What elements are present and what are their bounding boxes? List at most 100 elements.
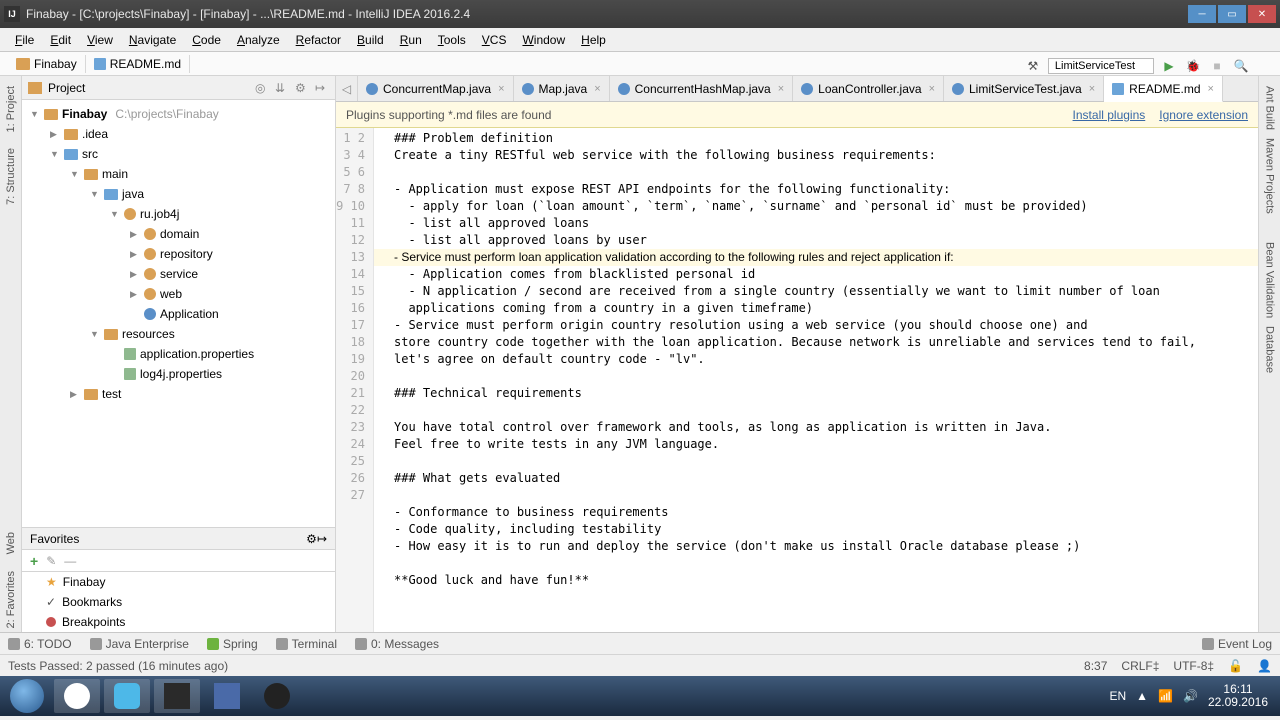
taskbar-obs[interactable] xyxy=(254,679,300,713)
maximize-button[interactable]: ▭ xyxy=(1218,5,1246,23)
event-log[interactable]: Event Log xyxy=(1202,637,1272,651)
class-icon xyxy=(144,308,156,320)
menu-code[interactable]: Code xyxy=(185,31,228,49)
close-tab-icon[interactable]: × xyxy=(1089,83,1095,95)
gear-icon[interactable]: ⚙ xyxy=(295,81,309,95)
editor-tab[interactable]: README.md× xyxy=(1104,76,1223,102)
lock-icon[interactable]: 🔓 xyxy=(1228,659,1243,673)
menu-analyze[interactable]: Analyze xyxy=(230,31,287,49)
tree-item[interactable]: ▶test xyxy=(22,384,335,404)
taskbar-intellij[interactable] xyxy=(154,679,200,713)
menu-edit[interactable]: Edit xyxy=(43,31,78,49)
search-icon[interactable]: 🔍 xyxy=(1232,57,1250,75)
add-icon[interactable]: + xyxy=(30,553,38,569)
favorite-item[interactable]: ✓Bookmarks xyxy=(22,592,335,612)
menu-run[interactable]: Run xyxy=(393,31,429,49)
tool-tab-project[interactable]: 1: Project xyxy=(3,82,19,136)
tree-item[interactable]: ▶web xyxy=(22,284,335,304)
close-button[interactable]: ✕ xyxy=(1248,5,1276,23)
close-tab-icon[interactable]: × xyxy=(498,83,504,95)
status-enc[interactable]: UTF-8‡ xyxy=(1173,659,1214,673)
tree-item[interactable]: ▼main xyxy=(22,164,335,184)
close-tab-icon[interactable]: × xyxy=(778,83,784,95)
tree-item[interactable]: ▼java xyxy=(22,184,335,204)
project-tree[interactable]: ▼FinabayC:\projects\Finabay ▶.idea ▼src … xyxy=(22,100,335,527)
tool-tab-favorites[interactable]: 2: Favorites xyxy=(3,567,19,632)
tool-tab-bean[interactable]: Bean Validation xyxy=(1262,238,1278,322)
breadcrumb-file[interactable]: README.md xyxy=(86,55,190,73)
tool-javaee[interactable]: Java Enterprise xyxy=(90,637,189,651)
menu-tools[interactable]: Tools xyxy=(431,31,473,49)
hide-icon[interactable]: ↦ xyxy=(317,532,327,546)
favorite-item[interactable]: ★Finabay xyxy=(22,572,335,592)
editor-content[interactable]: ### Problem definition Create a tiny RES… xyxy=(374,128,1258,632)
folder-icon xyxy=(28,82,42,94)
remove-icon[interactable]: — xyxy=(64,554,76,568)
tray-network-icon[interactable]: 📶 xyxy=(1158,689,1173,703)
tool-spring[interactable]: Spring xyxy=(207,637,258,651)
tree-item[interactable]: ▶repository xyxy=(22,244,335,264)
tray-flag-icon[interactable]: ▲ xyxy=(1136,689,1148,703)
menu-navigate[interactable]: Navigate xyxy=(122,31,183,49)
editor-tab[interactable]: ConcurrentHashMap.java× xyxy=(610,76,794,101)
hide-icon[interactable]: ↦ xyxy=(315,81,329,95)
editor-tab[interactable]: LimitServiceTest.java× xyxy=(944,76,1104,101)
tree-item[interactable]: ▼ru.job4j xyxy=(22,204,335,224)
tree-item[interactable]: ▼resources xyxy=(22,324,335,344)
file-icon xyxy=(801,83,813,95)
close-tab-icon[interactable]: × xyxy=(929,83,935,95)
tree-item[interactable]: ▶domain xyxy=(22,224,335,244)
install-plugins-link[interactable]: Install plugins xyxy=(1073,108,1146,122)
collapse-icon[interactable]: ⇊ xyxy=(275,81,289,95)
tool-todo[interactable]: 6: TODO xyxy=(8,637,72,651)
close-tab-icon[interactable]: × xyxy=(1208,83,1214,95)
tree-root[interactable]: ▼FinabayC:\projects\Finabay xyxy=(22,104,335,124)
tray-lang[interactable]: EN xyxy=(1109,689,1126,703)
menu-build[interactable]: Build xyxy=(350,31,391,49)
hector-icon[interactable]: 👤 xyxy=(1257,659,1272,673)
tree-item[interactable]: application.properties xyxy=(22,344,335,364)
status-sep[interactable]: CRLF‡ xyxy=(1121,659,1159,673)
tray-sound-icon[interactable]: 🔊 xyxy=(1183,689,1198,703)
menu-file[interactable]: File xyxy=(8,31,41,49)
tray-clock[interactable]: 16:1122.09.2016 xyxy=(1208,683,1268,709)
favorite-item[interactable]: Breakpoints xyxy=(22,612,335,632)
target-icon[interactable]: ◎ xyxy=(255,81,269,95)
minimize-button[interactable]: ─ xyxy=(1188,5,1216,23)
editor-tab[interactable]: Map.java× xyxy=(514,76,610,101)
tool-tab-structure[interactable]: 7: Structure xyxy=(3,144,19,209)
tree-item[interactable]: ▼src xyxy=(22,144,335,164)
tree-item[interactable]: Application xyxy=(22,304,335,324)
run-button[interactable]: ▶ xyxy=(1160,57,1178,75)
menu-help[interactable]: Help xyxy=(574,31,613,49)
tool-tab-database[interactable]: Database xyxy=(1262,322,1278,377)
build-icon[interactable]: ⚒ xyxy=(1024,57,1042,75)
tab-left-icon[interactable]: ◁ xyxy=(336,76,358,101)
run-config-select[interactable]: LimitServiceTest xyxy=(1048,58,1154,74)
tree-item[interactable]: ▶.idea xyxy=(22,124,335,144)
tool-messages[interactable]: 0: Messages xyxy=(355,637,439,651)
tool-tab-web[interactable]: Web xyxy=(3,528,19,558)
tool-tab-maven[interactable]: Maven Projects xyxy=(1262,134,1278,218)
editor-tab[interactable]: ConcurrentMap.java× xyxy=(358,76,514,101)
taskbar-save[interactable] xyxy=(204,679,250,713)
breadcrumb-root[interactable]: Finabay xyxy=(8,55,86,73)
tool-terminal[interactable]: Terminal xyxy=(276,637,337,651)
editor-tab[interactable]: LoanController.java× xyxy=(793,76,944,101)
close-tab-icon[interactable]: × xyxy=(594,83,600,95)
tool-tab-ant[interactable]: Ant Build xyxy=(1262,82,1278,134)
tree-item[interactable]: ▶service xyxy=(22,264,335,284)
taskbar-chrome[interactable] xyxy=(54,679,100,713)
edit-icon[interactable]: ✎ xyxy=(46,554,56,568)
menu-view[interactable]: View xyxy=(80,31,120,49)
start-button[interactable] xyxy=(4,679,50,713)
menu-refactor[interactable]: Refactor xyxy=(289,31,348,49)
menu-window[interactable]: Window xyxy=(515,31,572,49)
gear-icon[interactable]: ⚙ xyxy=(306,532,317,546)
tree-item[interactable]: log4j.properties xyxy=(22,364,335,384)
debug-button[interactable]: 🐞 xyxy=(1184,57,1202,75)
ignore-extension-link[interactable]: Ignore extension xyxy=(1159,108,1248,122)
taskbar-skype[interactable] xyxy=(104,679,150,713)
stop-button[interactable]: ■ xyxy=(1208,57,1226,75)
menu-vcs[interactable]: VCS xyxy=(475,31,514,49)
